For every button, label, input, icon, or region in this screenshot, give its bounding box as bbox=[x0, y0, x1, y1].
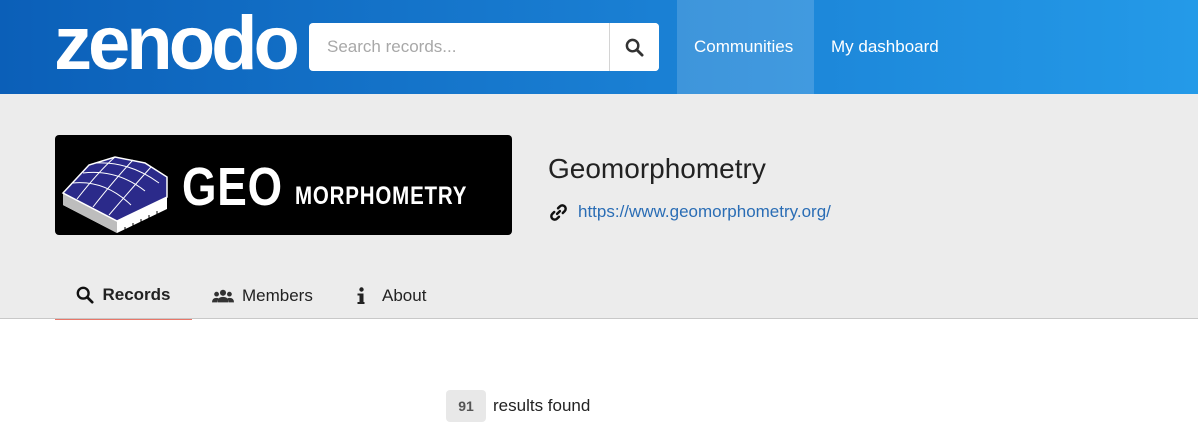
results-count-badge: 91 bbox=[446, 390, 486, 422]
banner-geo-text: GEO bbox=[182, 157, 283, 217]
community-header: GEO MORPHOMETRY Geomorphometry https://w… bbox=[0, 94, 1198, 320]
community-logo-banner: GEO MORPHOMETRY bbox=[55, 135, 512, 235]
users-icon bbox=[212, 289, 234, 302]
tabs-divider bbox=[0, 318, 1198, 319]
nav-communities[interactable]: Communities bbox=[677, 0, 814, 94]
info-icon bbox=[357, 286, 365, 304]
search-icon bbox=[625, 38, 644, 57]
search-button[interactable] bbox=[609, 23, 659, 71]
community-title: Geomorphometry bbox=[548, 153, 766, 184]
community-website: https://www.geomorphometry.org/ bbox=[549, 202, 831, 222]
banner-morphometry-text: MORPHOMETRY bbox=[295, 182, 468, 210]
community-tabs: Records Members About bbox=[55, 271, 426, 320]
search-input[interactable] bbox=[309, 23, 609, 71]
terrain-mesh-icon bbox=[61, 156, 168, 233]
tab-members[interactable]: Members bbox=[192, 271, 336, 320]
tab-members-label: Members bbox=[242, 285, 313, 305]
community-url-link[interactable]: https://www.geomorphometry.org/ bbox=[578, 202, 831, 222]
zenodo-logo[interactable]: zenodo bbox=[54, 4, 300, 84]
results-label: results found bbox=[493, 396, 591, 415]
tab-about[interactable]: About bbox=[336, 271, 426, 320]
nav-my-dashboard[interactable]: My dashboard bbox=[814, 0, 956, 94]
tab-records-label: Records bbox=[102, 284, 171, 304]
search-icon bbox=[77, 286, 95, 304]
link-icon bbox=[550, 203, 567, 221]
search-box bbox=[309, 23, 659, 71]
top-navbar: zenodo Communities My dashboard bbox=[0, 0, 1198, 94]
results-summary: 91 results found bbox=[446, 390, 590, 422]
tab-records[interactable]: Records bbox=[55, 271, 192, 320]
tab-about-label: About bbox=[382, 285, 427, 305]
